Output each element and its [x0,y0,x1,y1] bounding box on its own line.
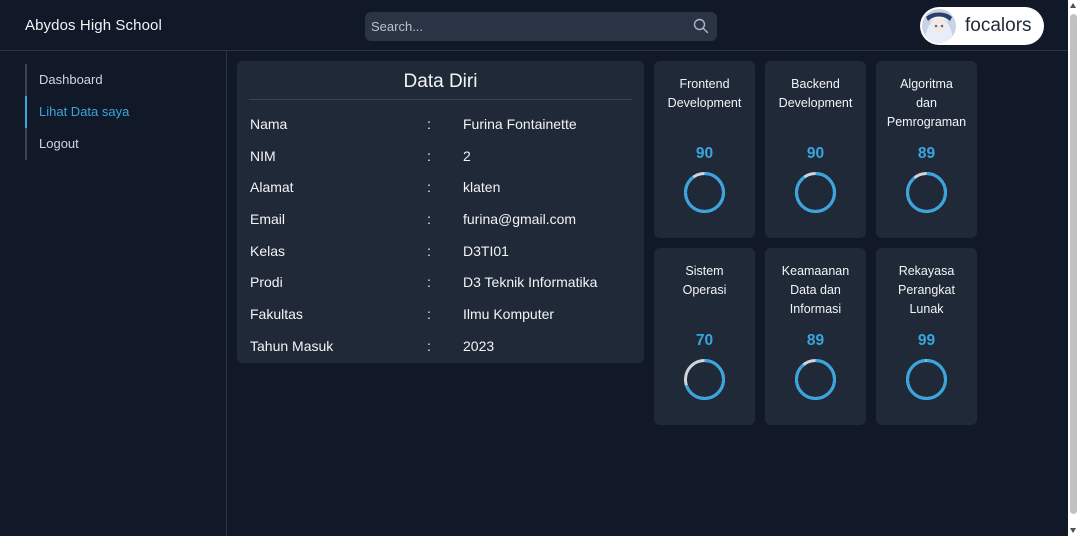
profile-value: Furina Fontainette [463,116,577,132]
profile-label: NIM [250,148,276,164]
search-icon[interactable] [693,18,709,34]
avatar [922,9,956,43]
score-card-title-line: Operasi [682,283,727,297]
score-card-title-line: Algoritma [900,77,953,91]
profile-separator: : [427,306,431,322]
scroll-down-arrow-icon[interactable] [1070,528,1076,533]
score-card-title-line: Sistem [685,264,724,278]
profile-label: Kelas [250,243,286,259]
score-progress-ring [906,172,947,213]
profile-value: D3TI01 [463,243,509,259]
score-progress-ring [795,172,836,213]
score-card-title: Frontend Development [658,75,751,113]
score-card-sistem-operasi: Sistem Operasi 70 [654,248,755,425]
score-card-title-line: Development [667,96,742,110]
score-card-frontend: Frontend Development 90 [654,61,755,238]
score-card-title-line: Lunak [909,302,944,316]
sidebar-nav: Dashboard Lihat Data saya Logout [25,64,205,160]
score-card-title: Sistem Operasi [658,262,751,300]
profile-label: Email [250,211,286,227]
profile-separator: : [427,211,431,227]
profile-separator: : [427,338,431,354]
sidebar: Dashboard Lihat Data saya Logout [0,51,227,536]
score-card-title-line: Rekayasa [898,264,955,278]
top-navbar: Abydos High School focalors [0,0,1068,51]
profile-label: Tahun Masuk [250,338,334,354]
scrollbar-thumb[interactable] [1070,14,1077,514]
score-value: 90 [695,145,714,162]
score-card-title: Keamaanan Data dan Informasi [769,262,862,319]
profile-label: Fakultas [250,306,303,322]
profile-row: Prodi : D3 Teknik Informatika [250,274,630,294]
profile-row: Email : furina@gmail.com [250,211,630,231]
score-card-keamanan-data: Keamaanan Data dan Informasi 89 [765,248,866,425]
profile-label: Prodi [250,274,283,290]
profile-value: furina@gmail.com [463,211,577,227]
search-box[interactable] [365,12,717,41]
score-progress-ring [684,172,725,213]
sidebar-item-lihat-data-saya[interactable]: Lihat Data saya [25,96,205,128]
profile-label: Nama [250,116,288,132]
score-card-title-line: Informasi [789,302,842,316]
profile-separator: : [427,179,431,195]
profile-value: 2023 [463,338,495,354]
score-value: 90 [806,145,825,162]
profile-row: Alamat : klaten [250,179,630,199]
score-card-title: Algoritma dan Pemrograman [880,75,973,132]
score-card-title-line: Data dan [790,283,841,297]
score-value: 89 [917,145,936,162]
score-card-algoritma: Algoritma dan Pemrograman 89 [876,61,977,238]
score-value: 89 [806,332,825,349]
profile-row: Fakultas : Ilmu Komputer [250,306,630,326]
profile-row: Kelas : D3TI01 [250,243,630,263]
score-value: 70 [695,332,714,349]
score-card-title-line: Frontend [679,77,730,91]
score-card-title: Rekayasa Perangkat Lunak [880,262,973,319]
score-card-title-line: Backend [791,77,840,91]
profile-value: 2 [463,148,471,164]
score-progress-ring [795,359,836,400]
score-card-title-line: Keamaanan [781,264,850,278]
sidebar-item-dashboard[interactable]: Dashboard [27,64,205,96]
profile-card-title: Data Diri [249,71,632,100]
profile-row: NIM : 2 [250,148,630,168]
profile-separator: : [427,116,431,132]
scroll-up-arrow-icon[interactable] [1070,3,1076,8]
profile-separator: : [427,274,431,290]
score-card-title-line: Perangkat [898,283,955,297]
score-card-rekayasa: Rekayasa Perangkat Lunak 99 [876,248,977,425]
page-scrollbar[interactable] [1068,0,1079,536]
profile-separator: : [427,243,431,259]
score-card-title-line: Development [778,96,853,110]
score-value: 99 [917,332,936,349]
search-input[interactable] [365,12,685,41]
score-card-title: Backend Development [769,75,862,113]
score-card-title-line: dan [916,96,937,110]
profile-label: Alamat [250,179,294,195]
profile-value: klaten [463,179,501,195]
profile-row: Nama : Furina Fontainette [250,116,630,136]
profile-row: Tahun Masuk : 2023 [250,338,630,358]
profile-value: Ilmu Komputer [463,306,555,322]
score-card-backend: Backend Development 90 [765,61,866,238]
score-progress-ring [906,359,947,400]
profile-card: Data Diri Nama : Furina Fontainette NIM … [237,61,644,363]
sidebar-item-logout[interactable]: Logout [27,128,205,160]
profile-separator: : [427,148,431,164]
user-menu-button[interactable]: focalors [920,7,1044,45]
profile-value: D3 Teknik Informatika [463,274,598,290]
username: focalors [965,15,1032,36]
score-progress-ring [684,359,725,400]
brand-title[interactable]: Abydos High School [25,17,162,34]
score-card-title-line: Pemrograman [886,115,967,129]
